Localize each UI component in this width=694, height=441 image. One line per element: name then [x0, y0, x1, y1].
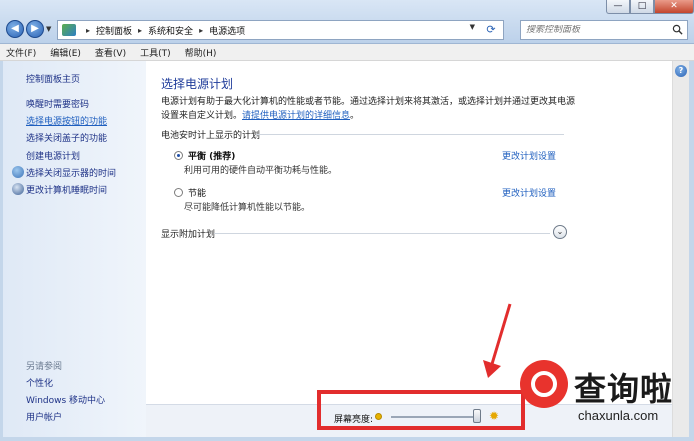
intro-text: 电源计划有助于最大化计算机的性能或者节能。通过选择计划来将其激活，或选择计划并通…: [161, 97, 576, 121]
plan-balanced-desc: 利用可用的硬件自动平衡功耗与性能。: [184, 166, 338, 176]
moon-icon: [12, 183, 24, 195]
sidebar-item-lid-close[interactable]: 选择关闭盖子的功能: [26, 131, 107, 144]
brightness-label: 屏幕亮度:: [334, 415, 374, 425]
sidebar-item-require-password[interactable]: 唤醒时需要密码: [26, 97, 89, 110]
plan-balanced-name[interactable]: 平衡 (推荐): [188, 149, 235, 162]
section-divider: [256, 134, 564, 135]
search-input[interactable]: [526, 25, 666, 35]
sidebar-item-create-plan[interactable]: 创建电源计划: [26, 149, 80, 162]
menu-file[interactable]: 文件(F): [6, 46, 36, 59]
watermark-domain: chaxunla.com: [578, 408, 659, 423]
brightness-slider-track[interactable]: [391, 416, 481, 418]
address-dropdown-icon[interactable]: ▼: [470, 23, 475, 31]
breadcrumb-power-options[interactable]: 电源选项: [209, 24, 245, 37]
watermark-logo: 查询啦 chaxunla.com: [518, 360, 690, 432]
brightness-low-icon: [375, 413, 382, 420]
search-icon[interactable]: [672, 24, 683, 35]
see-also-personalization[interactable]: 个性化: [26, 376, 53, 389]
close-button[interactable]: ✕: [654, 0, 694, 14]
recent-pages-dropdown-icon[interactable]: ▼: [46, 25, 51, 33]
show-additional-plans-label[interactable]: 显示附加计划: [161, 227, 215, 240]
sidebar: 控制面板主页 唤醒时需要密码 选择电源按钮的功能 选择关闭盖子的功能 创建电源计…: [3, 61, 146, 437]
chevron-down-icon[interactable]: ⌄: [553, 225, 567, 239]
plan-balanced-radio[interactable]: [174, 151, 183, 160]
search-box[interactable]: [520, 20, 688, 40]
section-heading: 电池安时计上显示的计划: [161, 131, 261, 141]
watermark-magnifier-icon: [520, 360, 568, 408]
maximize-button[interactable]: □: [630, 0, 654, 14]
menu-view[interactable]: 查看(V): [95, 46, 126, 59]
minimize-button[interactable]: —: [606, 0, 630, 14]
control-panel-icon: [62, 24, 76, 36]
breadcrumb-separator: ▸: [86, 25, 91, 35]
help-icon[interactable]: ?: [675, 65, 687, 77]
plan-saver-desc: 尽可能降低计算机性能以节能。: [184, 203, 311, 213]
forward-button[interactable]: ▶: [26, 20, 44, 38]
breadcrumb-control-panel[interactable]: 控制面板: [96, 24, 132, 37]
refresh-icon[interactable]: ⟳: [483, 22, 499, 38]
menu-tools[interactable]: 工具(T): [140, 46, 171, 59]
breadcrumb-system-security[interactable]: 系统和安全: [148, 24, 193, 37]
red-arrow-annotation: [483, 303, 512, 378]
sidebar-item-power-button[interactable]: 选择电源按钮的功能: [26, 114, 107, 127]
plan-saver-settings-link[interactable]: 更改计划设置: [502, 186, 556, 199]
title-bar: ◀ ▶ ▼ ▸ 控制面板 ▸ 系统和安全 ▸ 电源选项 ▼ ⟳ — □ ✕: [0, 0, 694, 44]
plan-details-link[interactable]: 请提供电源计划的详细信息: [242, 111, 350, 121]
menu-help[interactable]: 帮助(H): [185, 46, 217, 59]
see-also-mobility-center[interactable]: Windows 移动中心: [26, 393, 105, 406]
intro-text-block: 电源计划有助于最大化计算机的性能或者节能。通过选择计划来将其激活，或选择计划并通…: [161, 95, 581, 123]
brightness-high-icon: ✹: [489, 409, 500, 423]
see-also-user-accounts[interactable]: 用户帐户: [26, 410, 62, 423]
sidebar-item-display-off[interactable]: 选择关闭显示器的时间: [26, 166, 116, 179]
breadcrumb-separator: ▸: [199, 25, 204, 35]
menu-edit[interactable]: 编辑(E): [50, 46, 81, 59]
plan-saver-radio[interactable]: [174, 188, 183, 197]
intro-end: 。: [350, 111, 360, 121]
plan-saver-name[interactable]: 节能: [188, 186, 206, 199]
sidebar-item-sleep-time[interactable]: 更改计算机睡眠时间: [26, 183, 107, 196]
page-title: 选择电源计划: [161, 77, 234, 91]
menu-bar: 文件(F) 编辑(E) 查看(V) 工具(T) 帮助(H): [0, 44, 694, 61]
watermark-tagline: 查询啦: [574, 370, 674, 408]
display-icon: [12, 166, 24, 178]
plan-balanced-settings-link[interactable]: 更改计划设置: [502, 149, 556, 162]
back-button[interactable]: ◀: [6, 20, 24, 38]
breadcrumb-separator: ▸: [138, 25, 143, 35]
see-also-heading: 另请参阅: [26, 362, 63, 372]
brightness-slider-thumb[interactable]: [472, 409, 481, 423]
sidebar-item-control-panel-home[interactable]: 控制面板主页: [26, 72, 80, 85]
additional-plans-divider: [214, 233, 550, 234]
address-bar[interactable]: ▸ 控制面板 ▸ 系统和安全 ▸ 电源选项 ▼ ⟳: [57, 20, 504, 40]
